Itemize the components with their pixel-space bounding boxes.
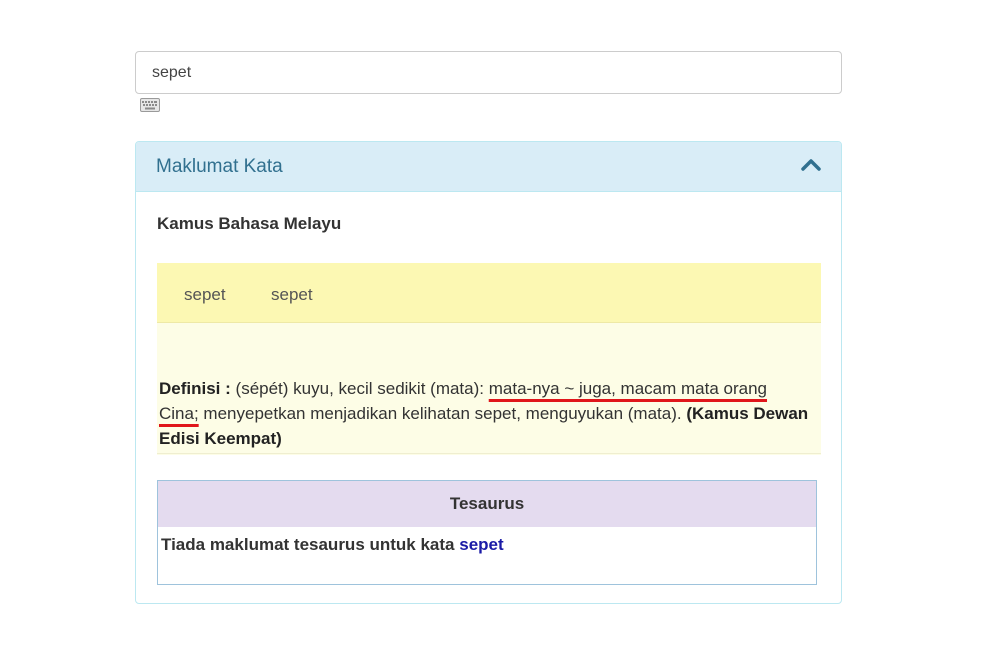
dictionary-heading: Kamus Bahasa Melayu <box>157 214 342 233</box>
divider <box>157 453 821 454</box>
keyboard-icon[interactable] <box>140 98 160 112</box>
definition-label: Definisi : <box>159 379 231 398</box>
entry-definition-box: Definisi : (sépét) kuyu, kecil sedikit (… <box>157 323 821 455</box>
tesaurus-box: Tesaurus Tiada maklumat tesaurus untuk k… <box>157 480 817 585</box>
tesaurus-message: Tiada maklumat tesaurus untuk kata sepet <box>161 535 504 555</box>
tesaurus-message-text: Tiada maklumat tesaurus untuk kata <box>161 535 455 554</box>
word-info-panel: Maklumat Kata Kamus Bahasa Melayu sepet … <box>135 141 842 604</box>
chevron-up-icon[interactable] <box>801 158 821 172</box>
entry-headword-alt: sepet <box>271 285 313 304</box>
definition-text: Definisi : (sépét) kuyu, kecil sedikit (… <box>159 376 809 451</box>
tesaurus-heading: Tesaurus <box>158 481 816 527</box>
tesaurus-word-link[interactable]: sepet <box>459 535 503 554</box>
definition-part1: (sépét) kuyu, kecil sedikit (mata): <box>235 379 484 398</box>
search-input[interactable] <box>135 51 842 94</box>
entry-headword-bar: sepet sepet <box>157 263 821 323</box>
panel-heading[interactable]: Maklumat Kata <box>136 142 841 192</box>
entry-headword: sepet <box>184 285 226 304</box>
panel-title: Maklumat Kata <box>156 156 283 177</box>
definition-part2: menyepetkan menjadikan kelihatan sepet, … <box>203 404 682 423</box>
